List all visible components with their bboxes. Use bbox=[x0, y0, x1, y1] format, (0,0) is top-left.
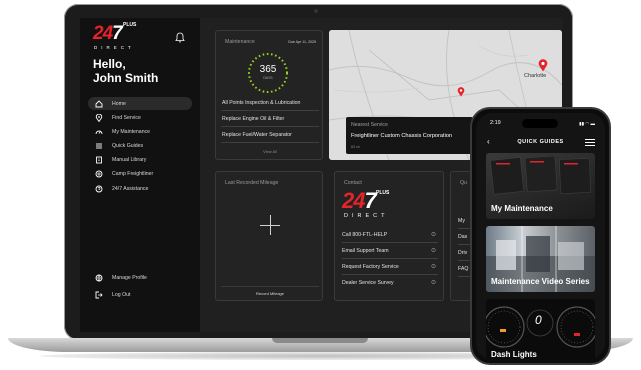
mileage-card: Last Recorded Mileage Record Mileage bbox=[215, 171, 323, 301]
sidebar-item-label: Camp Freightliner bbox=[112, 171, 154, 178]
contact-email-item[interactable]: Email Support Team ⊙ bbox=[342, 244, 438, 259]
gauge-icon bbox=[94, 128, 104, 136]
days-remaining-ring: 365 DAYS bbox=[246, 51, 290, 95]
sidebar-item-label: Manual Library bbox=[112, 157, 147, 164]
chevron-right-icon: ⊙ bbox=[430, 264, 436, 270]
days-label: DAYS bbox=[263, 76, 273, 80]
bell-icon[interactable] bbox=[175, 32, 185, 43]
tile-label: Maintenance Video Series bbox=[491, 277, 590, 286]
maintenance-item[interactable]: All Points Inspection & Lubrication bbox=[221, 96, 319, 111]
status-time: 2:19 bbox=[490, 120, 501, 126]
gauge-readout: 0 bbox=[535, 313, 542, 327]
sidebar-item-label: Home bbox=[112, 100, 126, 107]
sidebar-item-label: Quick Guides bbox=[112, 143, 144, 150]
tools-icon bbox=[94, 142, 104, 150]
sidebar: 247 PLUS DIRECT Hello, John Smith Home F… bbox=[80, 18, 200, 332]
nearest-service-title: Nearest Service bbox=[351, 122, 388, 128]
brand-logo[interactable]: 247 PLUS DIRECT bbox=[93, 22, 139, 52]
sidebar-item-quick-guides[interactable]: Quick Guides bbox=[88, 140, 192, 153]
mileage-title: Last Recorded Mileage bbox=[225, 180, 279, 186]
sidebar-item-log-out[interactable]: Log Out bbox=[88, 288, 192, 301]
sidebar-item-home[interactable]: Home bbox=[88, 97, 192, 110]
tile-label: My Maintenance bbox=[491, 204, 553, 213]
quick-guides-title: Qu bbox=[460, 180, 467, 186]
guide-tile-video-series[interactable]: Maintenance Video Series bbox=[486, 226, 595, 292]
chevron-right-icon: ⊙ bbox=[430, 232, 436, 238]
freightliner-logo-icon bbox=[94, 170, 104, 178]
guide-tile-my-maintenance[interactable]: My Maintenance bbox=[486, 153, 595, 219]
logout-icon bbox=[94, 291, 104, 299]
contact-factory-service-item[interactable]: Request Factory Service ⊙ bbox=[342, 260, 438, 275]
guide-tile-dash-lights[interactable]: 0 Dash Lights bbox=[486, 299, 595, 359]
record-mileage-button[interactable]: Record Mileage bbox=[221, 286, 319, 296]
nearest-service-popup[interactable]: Nearest Service Freightliner Custom Chas… bbox=[346, 117, 473, 154]
maintenance-card: Maintenance Due Apr 11, 2025 365 DAYS Al… bbox=[215, 30, 323, 160]
location-pin-icon bbox=[94, 113, 104, 122]
map-city-label: Charlotte bbox=[524, 73, 547, 79]
sidebar-item-assistance[interactable]: 24/7 Assistance bbox=[88, 182, 192, 195]
sidebar-item-label: My Maintenance bbox=[112, 128, 151, 135]
sidebar-item-label: Manage Profile bbox=[112, 274, 147, 281]
sidebar-item-label: Log Out bbox=[112, 291, 131, 298]
map-pin-icon[interactable] bbox=[457, 87, 465, 97]
nearest-service-distance: 83 mi bbox=[351, 145, 360, 149]
add-mileage-icon[interactable] bbox=[260, 215, 280, 235]
maintenance-item[interactable]: Replace Engine Oil & Filter bbox=[221, 112, 319, 127]
status-indicators: ▮▮ ◠ ▬ bbox=[579, 121, 595, 126]
greeting: Hello, John Smith bbox=[93, 57, 159, 85]
view-all-link[interactable]: View All bbox=[216, 149, 324, 154]
map-pin-icon[interactable] bbox=[538, 59, 548, 72]
chevron-right-icon: ⊙ bbox=[430, 248, 436, 254]
sidebar-item-manual-library[interactable]: Manual Library bbox=[88, 154, 192, 167]
tile-label: Dash Lights bbox=[491, 350, 537, 359]
contact-call-item[interactable]: Call 800-FTL-HELP ⊙ bbox=[342, 228, 438, 243]
contact-card: Contact 247 PLUS DIRECT Call 800-FTL-HEL… bbox=[334, 171, 444, 301]
contact-title: Contact bbox=[344, 180, 362, 186]
sidebar-item-my-maintenance[interactable]: My Maintenance bbox=[88, 125, 192, 138]
maintenance-title: Maintenance bbox=[225, 39, 255, 45]
sidebar-item-label: Find Service bbox=[112, 114, 141, 121]
home-icon bbox=[94, 99, 104, 108]
device-mockup-stage: 247 PLUS DIRECT Hello, John Smith Home F… bbox=[0, 0, 641, 370]
laptop-notch bbox=[272, 338, 368, 343]
days-value: 365 bbox=[259, 64, 277, 75]
contact-survey-item[interactable]: Dealer Service Survey ⊙ bbox=[342, 276, 438, 291]
nearest-service-name: Freightliner Custom Chassis Corporation bbox=[351, 133, 453, 139]
sidebar-item-label: 24/7 Assistance bbox=[112, 185, 149, 192]
chevron-right-icon: ⊙ bbox=[430, 280, 436, 286]
maintenance-item[interactable]: Replace Fuel/Water Separator bbox=[221, 128, 319, 143]
camera bbox=[314, 9, 318, 13]
help-icon bbox=[94, 185, 104, 193]
phone-frame: 2:19 ▮▮ ◠ ▬ ‹ QUICK GUIDES My Maintenanc… bbox=[470, 107, 611, 365]
book-icon bbox=[94, 156, 104, 164]
phone-screen: 2:19 ▮▮ ◠ ▬ ‹ QUICK GUIDES My Maintenanc… bbox=[476, 113, 605, 359]
maintenance-due-date: Due Apr 11, 2025 bbox=[288, 40, 316, 44]
sidebar-nav: Home Find Service My Maintenance Quick G… bbox=[88, 97, 192, 196]
sidebar-item-find-service[interactable]: Find Service bbox=[88, 111, 192, 124]
sidebar-bottom-nav: Manage Profile Log Out bbox=[88, 271, 192, 305]
sidebar-item-camp-freightliner[interactable]: Camp Freightliner bbox=[88, 168, 192, 181]
dynamic-island bbox=[522, 119, 558, 128]
hamburger-menu-icon[interactable] bbox=[585, 139, 595, 147]
sidebar-item-manage-profile[interactable]: Manage Profile bbox=[88, 271, 192, 284]
globe-icon bbox=[94, 274, 104, 282]
brand-logo-large: 247 PLUS DIRECT bbox=[342, 188, 390, 220]
